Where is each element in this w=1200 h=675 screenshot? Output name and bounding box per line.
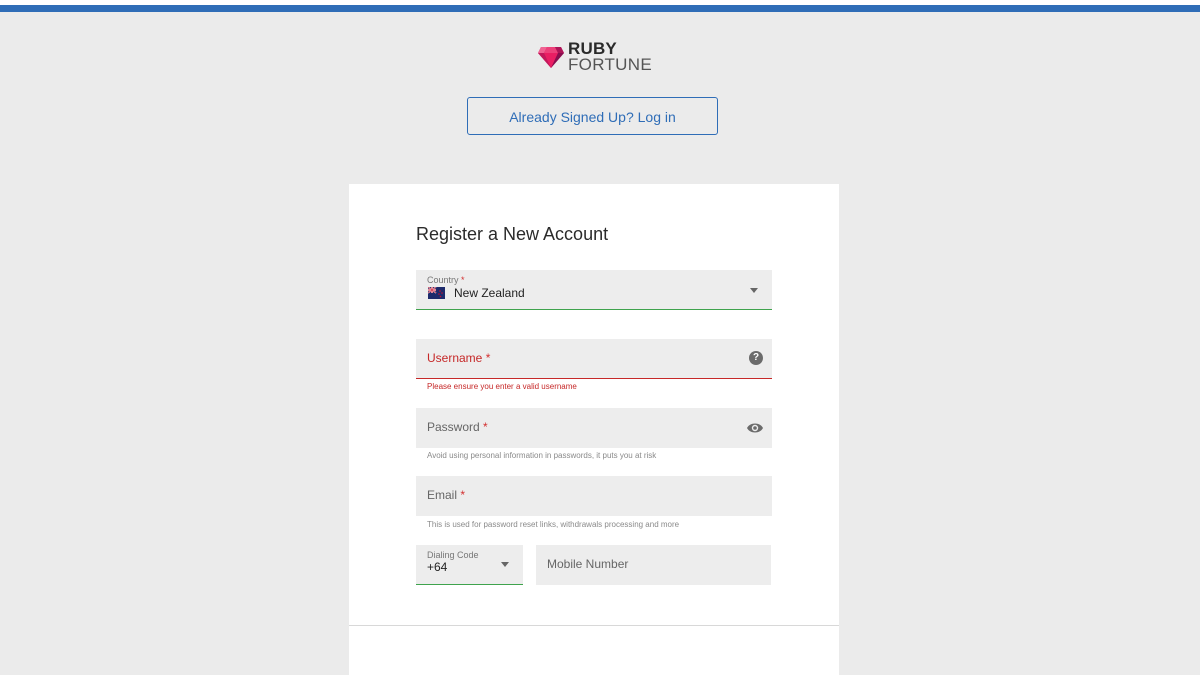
country-label: Country * (427, 275, 465, 285)
mobile-number-field[interactable]: Mobile Number (536, 545, 771, 585)
email-hint: This is used for password reset links, w… (427, 520, 680, 529)
logo-text-fortune: FORTUNE (568, 55, 652, 74)
mobile-number-label: Mobile Number (547, 557, 629, 571)
ruby-gem-icon (538, 47, 564, 68)
login-button[interactable]: Already Signed Up? Log in (467, 97, 718, 135)
page: RUBY FORTUNE Already Signed Up? Log in R… (0, 0, 1200, 675)
email-field[interactable]: Email * (416, 476, 772, 516)
dialing-code-select[interactable]: Dialing Code +64 (416, 545, 523, 585)
password-label: Password * (427, 420, 488, 434)
eye-icon[interactable] (746, 422, 764, 434)
password-hint: Avoid using personal information in pass… (427, 451, 657, 460)
username-field[interactable]: Username * ? (416, 339, 772, 379)
password-field[interactable]: Password * (416, 408, 772, 448)
form-title: Register a New Account (416, 224, 609, 244)
registration-card: Register a New Account Country * New Zea… (349, 184, 839, 675)
country-value: New Zealand (454, 286, 525, 300)
dialing-code-value: +64 (427, 560, 448, 574)
new-zealand-flag-icon (428, 287, 445, 299)
country-select[interactable]: Country * New Zealand (416, 270, 772, 310)
ruby-fortune-logo[interactable]: RUBY FORTUNE (537, 39, 657, 73)
chevron-down-icon (750, 288, 758, 293)
help-icon[interactable]: ? (749, 351, 763, 365)
card-divider (349, 625, 839, 626)
dialing-code-label: Dialing Code (427, 550, 479, 560)
email-label: Email * (427, 488, 466, 502)
top-accent-bar (0, 5, 1200, 12)
username-error: Please ensure you enter a valid username (427, 382, 577, 391)
chevron-down-icon (501, 562, 509, 567)
username-label: Username * (427, 351, 491, 365)
